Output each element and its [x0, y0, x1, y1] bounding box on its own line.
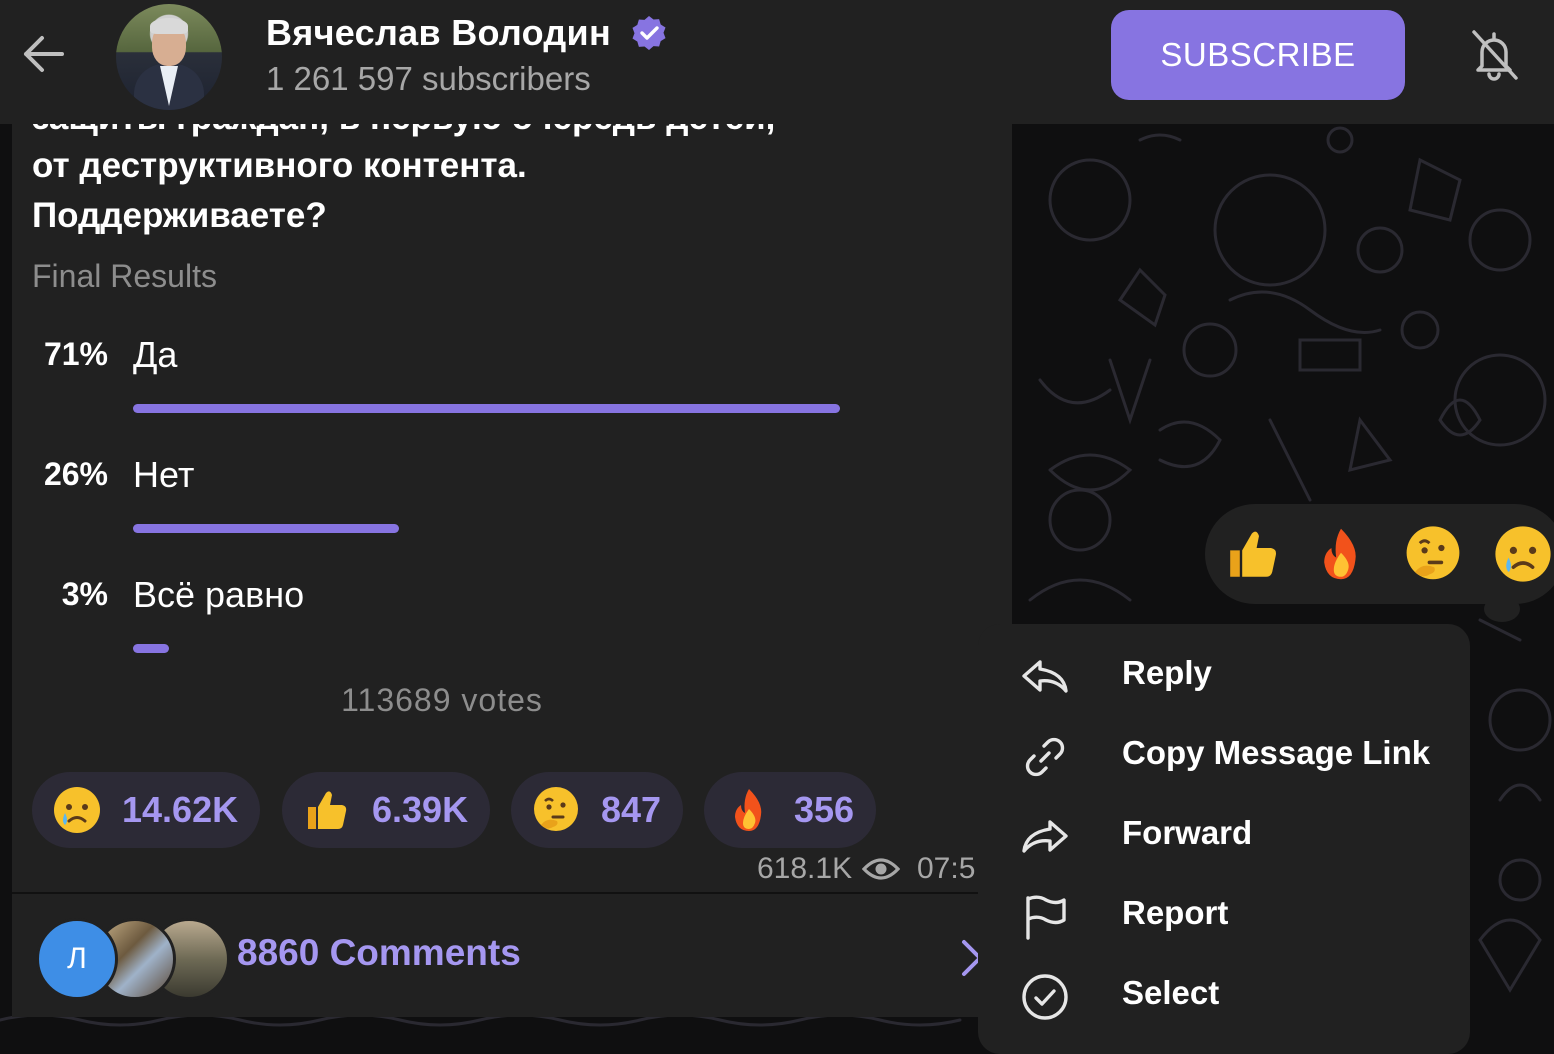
poll-option-bar	[133, 404, 840, 413]
poll-option-percent: 26%	[43, 456, 108, 492]
reaction-chip-thumbs-up[interactable]: 6.39K	[282, 772, 491, 848]
reaction-count: 6.39K	[372, 789, 469, 830]
poll-option-bar	[133, 644, 169, 653]
menu-item-label: Report	[1122, 894, 1229, 931]
fire-icon[interactable]	[1311, 524, 1371, 584]
reply-icon	[1022, 660, 1068, 693]
poll-question-partial: защиты граждан, в первую очередь детей,	[32, 124, 775, 138]
menu-item-label: Reply	[1122, 654, 1212, 691]
poll-question-line: от деструктивного контента.	[32, 146, 527, 185]
fire-icon	[735, 789, 762, 831]
poll-option-label: Всё равно	[133, 574, 305, 615]
avatar: Л	[36, 918, 118, 1000]
comments-button[interactable]: 8860 Comments	[237, 932, 521, 974]
reaction-chip-crying[interactable]: 14.62K	[32, 772, 261, 848]
menu-item-forward[interactable]: Forward	[978, 796, 1470, 876]
menu-item-select[interactable]: Select	[978, 956, 1470, 1036]
poll-option-bar	[133, 524, 399, 533]
subscriber-count: 1 261 597 subscribers	[266, 60, 591, 97]
menu-item-copy-link[interactable]: Copy Message Link	[978, 716, 1470, 796]
bell-off-icon[interactable]	[1464, 26, 1524, 86]
channel-header: Вячеслав Володин 1 261 597 subscribers S…	[0, 0, 1554, 124]
commenter-avatars[interactable]: Л	[36, 918, 230, 1000]
poll-question-line: Поддерживаете?	[32, 196, 327, 235]
reaction-chip-fire[interactable]: 356	[704, 772, 877, 848]
menu-item-label: Select	[1122, 974, 1220, 1011]
menu-item-report[interactable]: Report	[978, 876, 1470, 956]
crying-face-icon[interactable]	[1493, 524, 1553, 584]
poll-option-label: Да	[133, 334, 178, 375]
poll-status: Final Results	[32, 258, 217, 294]
flag-icon	[1026, 895, 1066, 940]
thumbs-up-icon	[308, 791, 347, 829]
quick-reactions-bar	[1205, 504, 1554, 604]
menu-item-label: Copy Message Link	[1122, 734, 1431, 771]
channel-avatar[interactable]	[116, 4, 222, 110]
message-context-menu: Reply Copy Message Link Forward Report S…	[978, 624, 1470, 1054]
comments-divider	[12, 892, 1012, 894]
crying-face-icon	[54, 787, 100, 833]
thumbs-up-icon[interactable]	[1223, 524, 1283, 584]
poll-vote-count: 113689 votes	[341, 682, 543, 718]
poll-message[interactable]: защиты граждан, в первую очередь детей, …	[12, 124, 1012, 1017]
menu-item-reply[interactable]: Reply	[978, 636, 1470, 716]
subscribe-button[interactable]: SUBSCRIBE	[1111, 10, 1405, 100]
reaction-chip-thinking[interactable]: 847	[511, 772, 684, 848]
menu-item-label: Forward	[1122, 814, 1253, 851]
poll-option-percent: 3%	[61, 576, 108, 612]
eye-icon	[861, 854, 901, 884]
thinking-face-icon	[534, 787, 578, 831]
check-circle-icon	[1022, 974, 1068, 1020]
verified-badge-icon	[630, 14, 668, 52]
reaction-count: 356	[794, 789, 855, 830]
reaction-count: 14.62K	[122, 789, 239, 830]
forward-icon	[1022, 820, 1068, 853]
poll-option-percent: 71%	[43, 336, 108, 372]
channel-name[interactable]: Вячеслав Володин	[266, 12, 611, 54]
message-time: 07:5	[917, 852, 976, 885]
thinking-face-icon[interactable]	[1403, 524, 1463, 584]
view-count: 618.1K	[757, 852, 853, 885]
back-arrow-icon[interactable]	[18, 28, 70, 80]
reaction-count: 847	[601, 789, 662, 830]
poll-option-label: Нет	[133, 454, 195, 495]
link-icon	[1025, 737, 1065, 777]
